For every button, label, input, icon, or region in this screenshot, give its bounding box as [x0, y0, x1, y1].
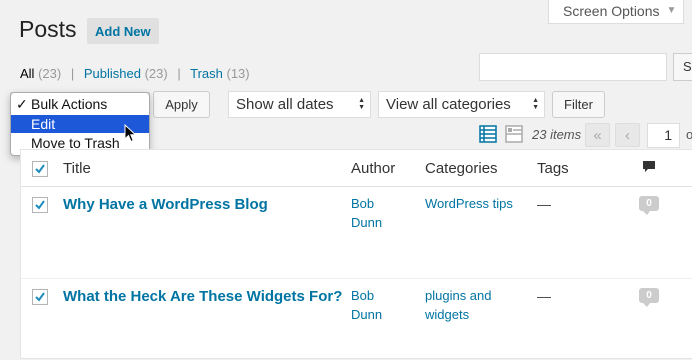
author-link[interactable]: Bob Dunn — [351, 286, 382, 324]
category-line: widgets — [425, 307, 470, 322]
screen-options-label: Screen Options — [563, 2, 660, 19]
row-checkbox[interactable] — [32, 197, 48, 213]
option-label: Bulk Actions — [31, 96, 108, 112]
author-last-name: Dunn — [351, 307, 383, 322]
category-link[interactable]: plugins and widgets — [425, 286, 492, 324]
apply-button[interactable]: Apply — [153, 91, 210, 118]
filter-all-link[interactable]: All — [20, 66, 34, 81]
date-filter-value: Show all dates — [236, 96, 334, 113]
select-arrows-icon: ▲ ▼ — [532, 97, 539, 111]
filter-separator: | — [177, 66, 181, 81]
add-new-button[interactable]: Add New — [87, 18, 159, 44]
select-all-checkbox[interactable] — [32, 161, 48, 177]
author-link[interactable]: Bob Dunn — [351, 194, 382, 232]
search-posts-button[interactable]: Se — [673, 53, 692, 81]
column-categories: Categories — [425, 160, 498, 177]
current-page-input[interactable]: 1 — [647, 123, 680, 148]
page-of-text: o — [686, 127, 692, 142]
comments-column-icon[interactable] — [642, 160, 656, 174]
mouse-pointer-icon — [124, 124, 137, 143]
table-row: What the Heck Are These Widgets For? Bob… — [21, 279, 692, 360]
table-header-row: Title Author Categories Tags — [21, 150, 692, 187]
select-arrows-icon: ▲ ▼ — [358, 97, 365, 111]
first-page-button[interactable]: « — [585, 123, 610, 147]
posts-table: Title Author Categories Tags Why Have a … — [20, 149, 692, 359]
filter-trash-link[interactable]: Trash — [190, 66, 223, 81]
filter-trash-count: (13) — [226, 66, 250, 81]
prev-page-button[interactable]: ‹ — [615, 123, 640, 147]
author-first-name: Bob — [351, 196, 375, 211]
category-link[interactable]: WordPress tips — [425, 194, 513, 213]
post-title-link[interactable]: What the Heck Are These Widgets For? — [63, 288, 342, 305]
filter-published-count: (23) — [144, 66, 168, 81]
checkmark-icon: ✓ — [16, 96, 28, 112]
bulk-action-option[interactable]: ✓ Bulk Actions — [11, 95, 149, 113]
filter-button[interactable]: Filter — [552, 91, 605, 118]
column-tags: Tags — [537, 160, 569, 177]
category-line: WordPress tips — [425, 196, 513, 211]
filter-separator: | — [70, 66, 75, 81]
caret-down-icon: ▼ — [666, 5, 677, 16]
category-filter-select[interactable]: View all categories ▲ ▼ — [378, 91, 545, 118]
tags-value: — — [537, 288, 551, 304]
author-first-name: Bob — [351, 288, 375, 303]
checkmark-icon — [35, 164, 45, 174]
category-filter-value: View all categories — [386, 96, 511, 113]
table-row: Why Have a WordPress Blog Bob Dunn WordP… — [21, 187, 692, 278]
row-checkbox[interactable] — [32, 289, 48, 305]
comment-count-bubble[interactable]: 0 — [639, 196, 659, 215]
option-label: Edit — [31, 116, 56, 132]
comment-count-bubble[interactable]: 0 — [639, 288, 659, 307]
list-view-icon[interactable] — [479, 125, 497, 143]
filter-published-link[interactable]: Published — [84, 66, 141, 81]
category-line: plugins and — [425, 288, 492, 303]
author-last-name: Dunn — [351, 215, 383, 230]
post-title-link[interactable]: Why Have a WordPress Blog — [63, 196, 268, 213]
column-author: Author — [351, 160, 396, 177]
items-count: 23 items — [532, 127, 582, 142]
date-filter-select[interactable]: Show all dates ▲ ▼ — [228, 91, 371, 118]
screen-options-button[interactable]: Screen Options ▼ — [548, 0, 684, 24]
excerpt-view-icon[interactable] — [505, 125, 523, 143]
post-status-filters: All (23) | Published (23) | Trash (13) — [20, 66, 250, 81]
page-title: Posts — [19, 16, 77, 42]
checkmark-icon — [35, 292, 45, 302]
checkmark-icon — [35, 200, 45, 210]
filter-all-count: (23) — [38, 66, 62, 81]
search-posts-input[interactable] — [479, 53, 667, 81]
column-title[interactable]: Title — [63, 160, 91, 177]
tags-value: — — [537, 196, 551, 212]
